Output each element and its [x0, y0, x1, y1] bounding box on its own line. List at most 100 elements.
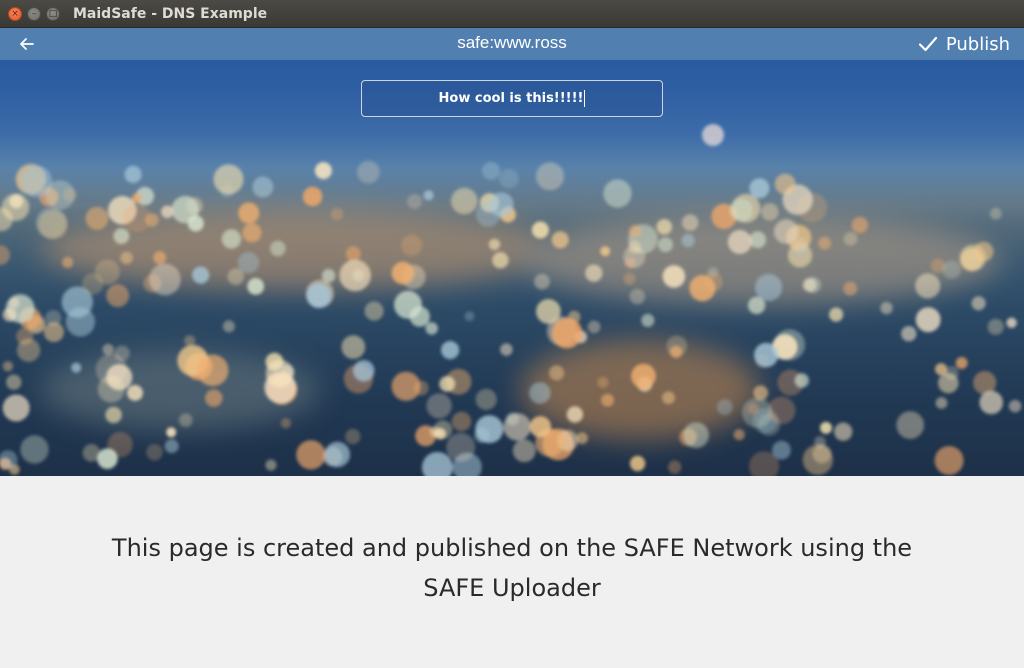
app-window: × – □ MaidSafe - DNS Example safe:www.ro…	[0, 0, 1024, 668]
bokeh-light	[742, 397, 773, 428]
bokeh-light	[401, 234, 423, 256]
bokeh-light	[184, 335, 196, 347]
publish-label: Publish	[945, 33, 1010, 55]
bokeh-light	[529, 382, 551, 404]
bokeh-light	[345, 428, 361, 445]
bokeh-light	[43, 322, 64, 343]
bokeh-light	[221, 229, 242, 249]
bokeh-light	[2, 394, 30, 422]
bokeh-light	[628, 224, 642, 238]
bokeh-light	[446, 432, 476, 462]
text-caret	[584, 90, 586, 107]
bokeh-light	[464, 311, 475, 322]
page-description: This page is created and published on th…	[111, 534, 913, 602]
bokeh-light	[324, 441, 351, 468]
bokeh-light	[166, 427, 177, 438]
window-close-button[interactable]: ×	[8, 7, 22, 21]
bokeh-light	[426, 393, 452, 419]
bokeh-light	[475, 388, 497, 410]
bokeh-light	[16, 338, 41, 362]
bokeh-light	[247, 278, 265, 295]
bokeh-light	[585, 264, 603, 282]
bokeh-light	[106, 284, 130, 308]
bokeh-light	[761, 203, 779, 221]
bokeh-light	[407, 194, 423, 209]
bokeh-light	[755, 273, 783, 301]
bokeh-light	[627, 240, 642, 254]
bokeh-light	[851, 216, 869, 234]
bokeh-light	[270, 240, 286, 257]
hero-banner: How cool is this!!!!!	[0, 60, 1024, 476]
bokeh-light	[45, 180, 75, 210]
bokeh-light	[149, 263, 181, 296]
bokeh-light	[749, 231, 767, 249]
bokeh-light	[423, 190, 434, 201]
bokeh-light	[341, 335, 366, 359]
city-lights-background	[0, 60, 1024, 476]
bokeh-light	[6, 374, 22, 390]
bokeh-light	[391, 261, 415, 285]
bokeh-light	[102, 343, 114, 356]
bokeh-light	[566, 406, 584, 423]
bokeh-light	[973, 241, 994, 262]
bokeh-light	[727, 230, 752, 254]
bokeh-light	[681, 233, 695, 248]
bokeh-light	[314, 162, 332, 180]
bokeh-light	[774, 173, 796, 195]
bokeh-light	[364, 301, 384, 321]
bokeh-light	[551, 231, 569, 249]
bokeh-light	[164, 439, 179, 454]
bokeh-light	[120, 251, 133, 265]
bokeh-light	[535, 162, 565, 191]
bokeh-light	[587, 320, 601, 334]
bokeh-light	[481, 161, 501, 180]
bokeh-light	[629, 455, 646, 472]
bokeh-light	[127, 384, 143, 401]
bokeh-light	[178, 413, 193, 428]
bokeh-light	[302, 186, 323, 207]
bokeh-light	[747, 403, 759, 415]
bokeh-light	[702, 124, 724, 146]
bokeh-light	[500, 343, 513, 356]
bokeh-light	[512, 439, 536, 463]
bokeh-light	[843, 281, 858, 296]
bokeh-light	[357, 160, 380, 184]
bokeh-light	[805, 277, 822, 293]
bokeh-light	[896, 411, 925, 439]
publish-button[interactable]: Publish	[918, 32, 1010, 56]
bokeh-light	[161, 205, 174, 219]
page-title-input[interactable]: How cool is this!!!!!	[361, 80, 663, 117]
bokeh-light	[641, 313, 655, 327]
bokeh-light	[843, 232, 858, 246]
bokeh-light	[802, 444, 834, 475]
bokeh-light	[716, 399, 733, 416]
bokeh-light	[901, 326, 917, 342]
bokeh-light	[433, 420, 453, 440]
bokeh-light	[237, 252, 260, 274]
bokeh-light	[2, 361, 14, 372]
bokeh-light	[85, 206, 109, 230]
bokeh-light	[834, 422, 853, 441]
bokeh-light	[38, 210, 68, 240]
bokeh-light	[280, 418, 292, 429]
bokeh-light	[413, 380, 429, 396]
bokeh-light	[499, 168, 519, 189]
bokeh-light	[238, 202, 260, 224]
bokeh-light	[124, 165, 142, 183]
app-header: safe:www.ross Publish	[0, 28, 1024, 60]
bokeh-light	[703, 272, 723, 292]
bokeh-light	[603, 179, 632, 208]
window-titlebar[interactable]: × – □ MaidSafe - DNS Example	[0, 0, 1024, 28]
bokeh-light	[829, 307, 844, 322]
bokeh-light	[753, 385, 769, 401]
page-title-value: How cool is this!!!!!	[438, 91, 584, 106]
bokeh-light	[122, 204, 151, 233]
bokeh-light	[935, 397, 948, 409]
bokeh-light	[1006, 317, 1017, 328]
bokeh-light	[265, 359, 294, 388]
window-minimize-button[interactable]: –	[27, 7, 41, 21]
bokeh-light	[353, 360, 375, 382]
bokeh-light	[820, 421, 832, 434]
window-maximize-button[interactable]: □	[46, 7, 60, 21]
bokeh-light	[631, 363, 656, 389]
